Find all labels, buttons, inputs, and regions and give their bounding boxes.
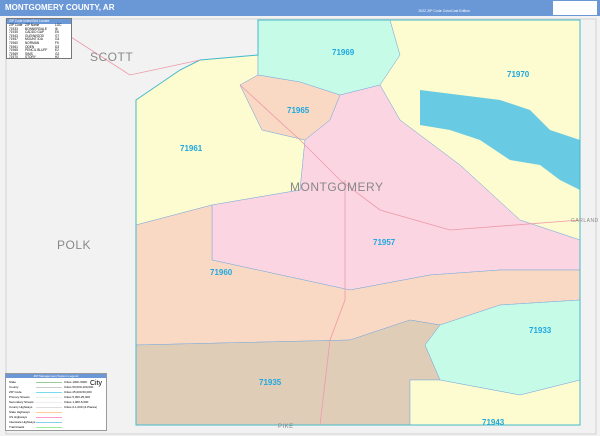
zip-label: 71965 [287,106,310,115]
legend-city-label: Cities 1,000-5,000 [64,400,89,404]
legend-line-label: Trail Roads [9,425,25,429]
legend-city-label: Cities 50,000-100,000 [64,385,94,389]
county-label: MONTGOMERY [290,180,384,194]
legend-line-swatch [36,416,62,418]
zip-label: 71933 [529,326,552,335]
zip-label: 71960 [210,268,233,277]
header-bar: MONTGOMERY COUNTY, AR 2022 ZIP Code Colo… [0,0,600,16]
neighbor-label: POLK [57,238,92,252]
legend-line-swatch [36,391,62,393]
zip-table-cell: H2 [55,55,60,60]
zip-label: 71970 [507,70,530,79]
edition-label: 2022 ZIP Code ColorCast Edition [418,9,470,13]
legend-line-swatch [36,401,62,403]
neighbor-label: GARLAND [571,218,599,224]
legend-line-swatch [36,381,62,383]
zip-table-cell: STORY [25,55,36,60]
legend-line-swatch [36,396,62,398]
legend-line-label: County Highways [9,405,33,409]
zip-table-cell: 71970 [9,55,18,60]
legend-title: ZIP Management System Legend [6,374,106,378]
legend-line-label: US Highways [9,415,28,419]
legend-line-label: Interstate Highways [9,420,36,424]
legend-line-label: Secondary Streets [9,400,34,404]
legend-line-label: State Highways [9,410,30,414]
zip-label: 71961 [180,144,203,153]
legend-line-label: County [9,385,19,389]
zip-label: 71957 [373,238,396,247]
legend-line-label: Primary Streets [9,395,30,399]
zip-label: 71943 [482,418,505,427]
neighbor-label: PIKE [278,424,294,430]
map-title: MONTGOMERY COUNTY, AR [5,3,115,12]
map-legend: ZIP Management System Legend State County… [5,373,107,431]
legend-line-label: ZIP Code [9,390,22,394]
legend-line-swatch [36,411,62,413]
publisher-logo [553,1,597,15]
legend-city-label: Cities 0-1,000 (& Places) [64,405,98,409]
legend-line-swatch [36,406,62,408]
legend-line-label: State [9,380,17,384]
zip-index-table: ZIP Code Index/Grid Locator ZIP Code ZIP … [6,18,72,59]
zip-label: 71969 [332,48,355,57]
neighbor-label: SCOTT [90,50,134,64]
legend-line-swatch [36,426,62,428]
legend-line-swatch [36,421,62,423]
legend-city-label: Cities 5,000-25,000 [64,395,91,399]
legend-city-label: Cities 100K-500K [64,380,88,384]
legend-city-label: Cities 25,000-50,000 [64,390,92,394]
zip-label: 71935 [259,378,282,387]
legend-line-swatch [36,386,62,388]
zip-table-row: 71970 STORY H2 [7,56,71,60]
city-sample: City [90,380,103,387]
